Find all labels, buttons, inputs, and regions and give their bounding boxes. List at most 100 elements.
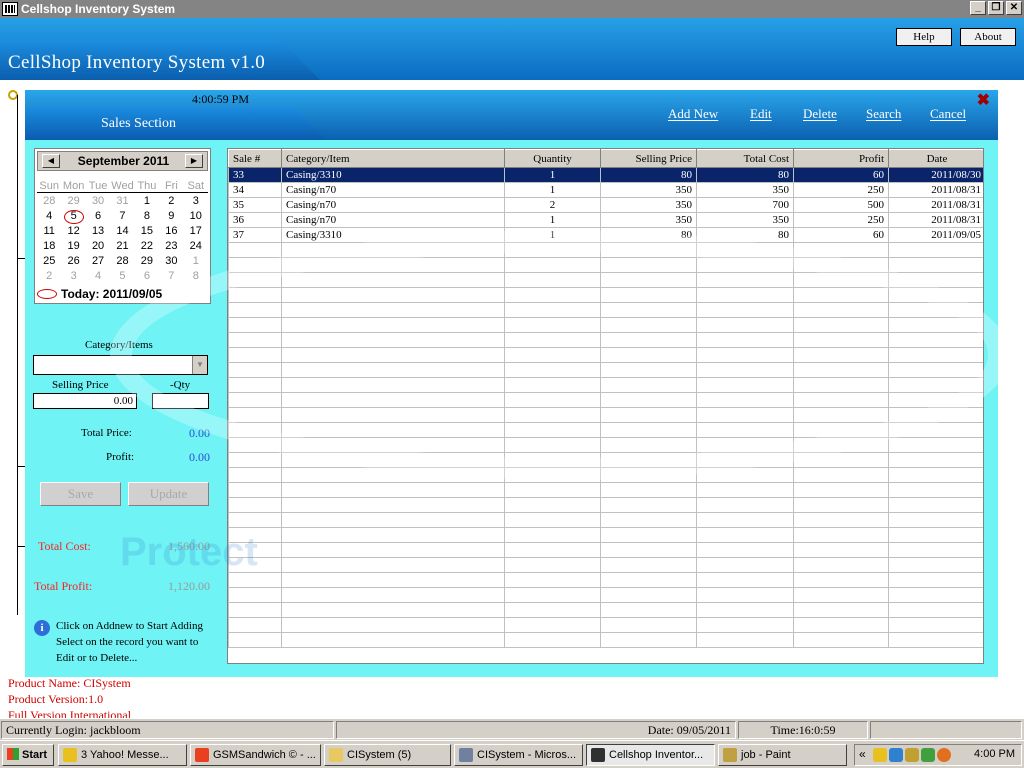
calendar-day[interactable]: 1 [184, 255, 208, 270]
calendar-day[interactable]: 12 [61, 225, 85, 240]
empty-cell [281, 632, 505, 648]
calendar-day[interactable]: 20 [86, 240, 110, 255]
calendar-day[interactable]: 1 [135, 195, 159, 210]
calendar-day[interactable]: 18 [37, 240, 61, 255]
taskbar-button[interactable]: CISystem - Micros... [454, 744, 583, 766]
calendar-day[interactable]: 2 [159, 195, 183, 210]
calendar-day[interactable]: 28 [110, 255, 134, 270]
calendar-day[interactable]: 13 [86, 225, 110, 240]
calendar-day[interactable]: 29 [135, 255, 159, 270]
save-button[interactable]: Save [40, 482, 121, 506]
table-row[interactable]: 35 Casing/n70 2 350 700 500 2011/08/31 [228, 197, 983, 213]
calendar-day[interactable]: 10 [184, 210, 208, 225]
column-header[interactable]: Selling Price [600, 149, 697, 168]
empty-row [228, 332, 983, 348]
add-new-button[interactable]: Add New [668, 106, 718, 122]
start-button[interactable]: Start [2, 744, 54, 766]
cancel-button[interactable]: Cancel [930, 106, 966, 122]
calendar-day[interactable]: 11 [37, 225, 61, 240]
calendar-day[interactable]: 3 [184, 195, 208, 210]
maximize-button[interactable]: ❐ [988, 1, 1004, 15]
calendar-day[interactable]: 4 [86, 270, 110, 285]
calendar-day[interactable]: 21 [110, 240, 134, 255]
empty-cell [281, 617, 505, 633]
column-header[interactable]: Quantity [504, 149, 601, 168]
tray-app-icon[interactable] [873, 748, 887, 762]
empty-cell [696, 287, 794, 303]
month-calendar[interactable]: ◀ September 2011 ▶ Sun Mon Tue Wed Thu Fri Sat… [34, 148, 211, 304]
table-cell: 250 [793, 212, 889, 228]
empty-cell [888, 302, 983, 318]
tray-security-icon[interactable] [905, 748, 919, 762]
calendar-today[interactable]: Today: 2011/09/05 [37, 287, 162, 301]
minimize-button[interactable]: _ [970, 1, 986, 15]
close-panel-icon[interactable]: ✖ [977, 90, 990, 110]
empty-cell [228, 632, 282, 648]
taskbar-button[interactable]: CISystem (5) [324, 744, 451, 766]
empty-cell [888, 362, 983, 378]
close-button[interactable]: ✕ [1006, 1, 1022, 15]
next-month-icon[interactable]: ▶ [185, 154, 203, 168]
table-row[interactable]: 33 Casing/3310 1 80 80 60 2011/08/30 [228, 167, 983, 183]
empty-cell [281, 287, 505, 303]
column-header[interactable]: Date [888, 149, 983, 168]
column-header[interactable]: Sale # [228, 149, 282, 168]
calendar-day[interactable]: 15 [135, 225, 159, 240]
calendar-day[interactable]: 31 [110, 195, 134, 210]
calendar-day[interactable]: 7 [159, 270, 183, 285]
calendar-day[interactable]: 6 [135, 270, 159, 285]
table-row[interactable]: 34 Casing/n70 1 350 350 250 2011/08/31 [228, 182, 983, 198]
calendar-day[interactable]: 24 [184, 240, 208, 255]
tray-network-icon[interactable] [889, 748, 903, 762]
table-row[interactable]: 37 Casing/3310 1 80 80 60 2011/09/05 [228, 227, 983, 243]
calendar-day[interactable]: 5 [61, 210, 85, 225]
calendar-day[interactable]: 9 [159, 210, 183, 225]
calendar-day[interactable]: 3 [61, 270, 85, 285]
update-button[interactable]: Update [128, 482, 209, 506]
column-header[interactable]: Profit [793, 149, 889, 168]
column-header[interactable]: Total Cost [696, 149, 794, 168]
calendar-day[interactable]: 6 [86, 210, 110, 225]
table-row[interactable]: 36 Casing/n70 1 350 350 250 2011/08/31 [228, 212, 983, 228]
weekday-label: Thu [137, 180, 157, 192]
calendar-day[interactable]: 27 [86, 255, 110, 270]
calendar-day[interactable]: 26 [61, 255, 85, 270]
tray-updates-icon[interactable] [921, 748, 935, 762]
calendar-day[interactable]: 29 [61, 195, 85, 210]
taskbar-button[interactable]: job - Paint [718, 744, 847, 766]
calendar-day[interactable]: 17 [184, 225, 208, 240]
category-select[interactable]: ▼ [33, 355, 208, 375]
calendar-day[interactable]: 16 [159, 225, 183, 240]
selling-price-input[interactable]: 0.00 [33, 393, 137, 409]
calendar-day[interactable]: 19 [61, 240, 85, 255]
calendar-day[interactable]: 7 [110, 210, 134, 225]
taskbar-button[interactable]: 3 Yahoo! Messe... [58, 744, 187, 766]
calendar-day[interactable]: 23 [159, 240, 183, 255]
calendar-day[interactable]: 5 [110, 270, 134, 285]
column-header[interactable]: Category/Item [281, 149, 505, 168]
sales-table[interactable]: Sale # Category/Item Quantity Selling Price… [227, 148, 984, 664]
delete-button[interactable]: Delete [803, 106, 837, 122]
tray-expand-icon[interactable]: « [859, 747, 866, 761]
empty-cell [600, 287, 697, 303]
search-button[interactable]: Search [866, 106, 901, 122]
chevron-down-icon[interactable]: ▼ [192, 356, 207, 374]
calendar-day[interactable]: 25 [37, 255, 61, 270]
calendar-day[interactable]: 4 [37, 210, 61, 225]
calendar-day[interactable]: 8 [184, 270, 208, 285]
calendar-day[interactable]: 2 [37, 270, 61, 285]
calendar-day[interactable]: 22 [135, 240, 159, 255]
edit-button[interactable]: Edit [750, 106, 772, 122]
help-button[interactable]: Help [896, 28, 952, 46]
taskbar-button[interactable]: Cellshop Inventor... [586, 744, 715, 766]
tray-media-icon[interactable] [937, 748, 951, 762]
calendar-day[interactable]: 8 [135, 210, 159, 225]
calendar-day[interactable]: 28 [37, 195, 61, 210]
taskbar-button[interactable]: GSMSandwich © - ... [190, 744, 321, 766]
calendar-day[interactable]: 30 [159, 255, 183, 270]
qty-input[interactable] [152, 393, 209, 409]
calendar-day[interactable]: 14 [110, 225, 134, 240]
about-button[interactable]: About [960, 28, 1016, 46]
calendar-day[interactable]: 30 [86, 195, 110, 210]
empty-cell [228, 377, 282, 393]
